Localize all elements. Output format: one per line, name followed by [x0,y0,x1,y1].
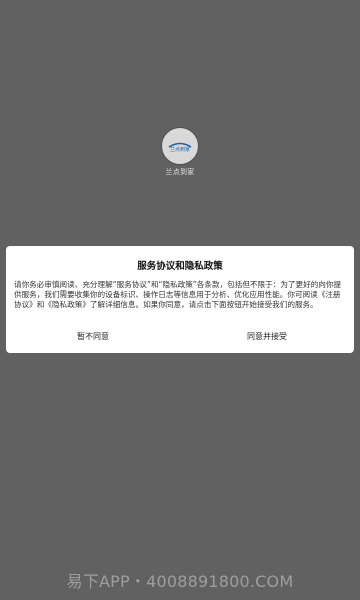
agree-button[interactable]: 同意并接受 [180,328,354,346]
app-logo-text: 兰点到家 [170,146,190,153]
app-logo: 兰点到家 [161,127,199,165]
watermark: 易下APP・4008891800.COM [66,572,294,591]
privacy-dialog: 服务协议和隐私政策 请你务必审慎阅读、充分理解“服务协议”和“隐私政策”各条款，… [6,246,354,353]
dialog-body-text: 请你务必审慎阅读、充分理解“服务协议”和“隐私政策”各条款，包括但不限于：为了更… [14,280,342,309]
dialog-title: 服务协议和隐私政策 [137,261,223,272]
app-name: 兰点到家 [165,168,195,176]
disagree-button[interactable]: 暂不同意 [6,328,180,346]
app-logo-icon: 兰点到家 [168,142,192,153]
